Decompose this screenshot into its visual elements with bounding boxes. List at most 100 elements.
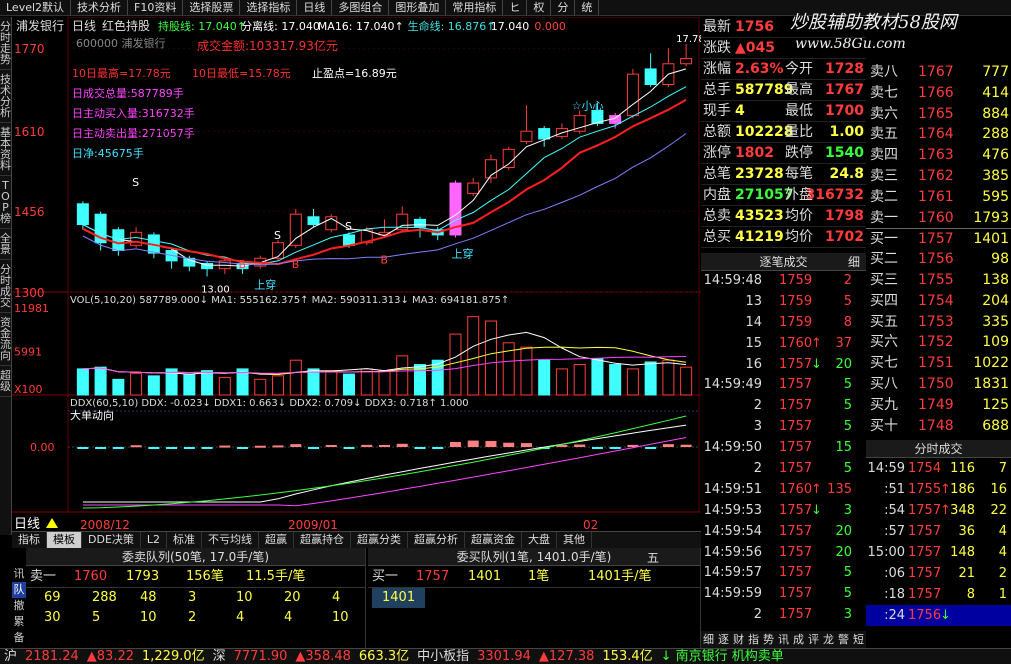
left-tab-5[interactable]: 分时成交 xyxy=(0,260,11,313)
minute-trade-list[interactable]: 分时成交 14:59 1754 116 7:51 1755 ↑ 186 16:54 1757 ↑ 3… xyxy=(866,440,1011,630)
indicator-tab-5[interactable]: 不亏均线 xyxy=(202,532,260,548)
indicator-tab-6[interactable]: 超赢 xyxy=(259,532,295,548)
left-tab-3[interactable]: TOP榜 xyxy=(0,176,11,229)
arrow-down-icon: ↓ xyxy=(811,356,822,372)
indicator-tab-9[interactable]: 超赢分析 xyxy=(408,532,466,548)
queue-side-tab-1[interactable]: 队 xyxy=(12,582,26,598)
menu-item-4[interactable]: 选择指标 xyxy=(240,0,298,15)
menu-item-9[interactable]: ヒ xyxy=(503,0,528,15)
side-tab-6[interactable]: 成 xyxy=(791,631,806,648)
menu-item-6[interactable]: 多图组合 xyxy=(332,0,390,15)
menu-item-8[interactable]: 常用指标 xyxy=(446,0,504,15)
tick-row: 3 1757 5 xyxy=(701,417,866,438)
left-tab-2[interactable]: 基本资料 xyxy=(0,123,11,176)
depth-row[interactable]: 买二 1756 98 xyxy=(866,249,1011,270)
indicator-tab-2[interactable]: DDE决策 xyxy=(82,532,141,548)
depth-row[interactable]: 卖一 1760 1793 xyxy=(866,208,1011,229)
quote-panel: 最新 1756 涨跌 ▲045 涨幅 2.63% 今开 1728 总手 587789 最高 1767 现… xyxy=(701,17,866,253)
kline-svg[interactable]: 浦发银行 日线 红色持股 持股线: 17.040↑分离线: 17.040MA16: 1… xyxy=(12,16,705,535)
depth-price: 1751 xyxy=(918,355,954,372)
menu-item-2[interactable]: F10资料 xyxy=(128,0,184,15)
depth-row[interactable]: 买九 1749 125 xyxy=(866,395,1011,416)
side-tab-10[interactable]: 短 xyxy=(851,631,866,648)
queue-cell: 11.5手/笔 xyxy=(246,569,306,584)
period-triangle-icon[interactable] xyxy=(46,518,58,528)
left-tab-4[interactable]: 全景 xyxy=(0,229,11,260)
minute-trade-row: :57 1757 36 4 xyxy=(866,521,1011,542)
depth-row[interactable]: 买六 1752 109 xyxy=(866,332,1011,353)
indicator-tab-3[interactable]: L2 xyxy=(141,532,168,548)
minute-qty: 116 xyxy=(950,461,975,476)
ann-sell: 日主动卖出量:271057手 xyxy=(72,126,195,140)
kline-chart[interactable]: 浦发银行 日线 红色持股 持股线: 17.040↑ 分离线: 17.040 MA16: 1… xyxy=(12,16,705,535)
indicator-tab-1[interactable]: 模板 xyxy=(47,532,82,548)
status-item-12: ↓ 南京银行 机构卖单 xyxy=(660,649,784,664)
side-tab-2[interactable]: 财 xyxy=(731,631,746,648)
depth-label: 卖六 xyxy=(870,105,898,122)
side-tab-5[interactable]: 讯 xyxy=(776,631,791,648)
side-tab-7[interactable]: 评 xyxy=(806,631,821,648)
side-tab-1[interactable]: 逐 xyxy=(716,631,731,648)
depth-row[interactable]: 卖五 1764 288 xyxy=(866,124,1011,145)
depth-row[interactable]: 卖六 1765 884 xyxy=(866,104,1011,125)
period-label[interactable]: 日线 xyxy=(14,517,40,532)
depth-row[interactable]: 买十 1748 688 xyxy=(866,416,1011,437)
quote-value2: 316732 xyxy=(805,187,864,203)
menu-item-7[interactable]: 图形叠加 xyxy=(389,0,447,15)
tick-time: 14:59:56 xyxy=(703,544,762,560)
left-tab-1[interactable]: 技术分析 xyxy=(0,70,11,123)
ddx-bar xyxy=(662,444,674,447)
depth-row[interactable]: 买四 1754 204 xyxy=(866,291,1011,312)
status-item-8: 中小板指 xyxy=(417,649,470,664)
quote-value2: 1798 xyxy=(825,208,864,224)
menu-item-11[interactable]: 分 xyxy=(551,0,576,15)
depth-row[interactable]: 卖七 1766 414 xyxy=(866,83,1011,104)
depth-row[interactable]: 卖三 1762 385 xyxy=(866,166,1011,187)
menu-item-0[interactable]: Level2默认 xyxy=(0,0,72,15)
depth-label: 买五 xyxy=(870,313,898,330)
volume-bar xyxy=(467,316,480,396)
menu-item-3[interactable]: 选择股票 xyxy=(183,0,241,15)
depth-row[interactable]: 买七 1751 1022 xyxy=(866,353,1011,374)
side-tab-3[interactable]: 指 xyxy=(746,631,761,648)
tick-list[interactable]: 逐笔成交 细 14:59:48 1759 2 13 1759 5 14 1759 8 15 1760… xyxy=(701,253,866,633)
quote-row: 最新 1756 xyxy=(701,17,866,38)
menu-item-12[interactable]: 统 xyxy=(575,0,600,15)
menu-item-5[interactable]: 日线 xyxy=(297,0,333,15)
minute-time: :51 xyxy=(884,482,905,497)
left-tab-7[interactable]: 超级 xyxy=(0,366,11,397)
depth-row[interactable]: 买一 1757 1401 xyxy=(866,228,1011,249)
depth-row[interactable]: 买三 1755 138 xyxy=(866,270,1011,291)
indicator-tab-4[interactable]: 标准 xyxy=(167,532,203,548)
menu-item-10[interactable]: 权 xyxy=(527,0,552,15)
indicator-tab-11[interactable]: 大盘 xyxy=(522,532,558,548)
indicator-tab-0[interactable]: 指标 xyxy=(12,532,47,548)
depth-row[interactable]: 卖二 1761 595 xyxy=(866,187,1011,208)
side-tab-4[interactable]: 势 xyxy=(761,631,776,648)
depth-row[interactable]: 卖四 1763 476 xyxy=(866,145,1011,166)
price-axis-label: 1610 xyxy=(14,125,45,139)
depth-row[interactable]: 买八 1750 1831 xyxy=(866,374,1011,395)
tick-row: 15 1760 ↑ 37 xyxy=(701,334,866,355)
left-tab-0[interactable]: 分时走势 xyxy=(0,17,11,70)
depth-row[interactable]: 卖八 1767 777 xyxy=(866,62,1011,83)
queue-side-tab-4[interactable]: 备 xyxy=(12,630,26,646)
queue-side-tab-0[interactable]: 讯 xyxy=(12,566,26,582)
quote-row: 总卖 43523 均价 1798 xyxy=(701,206,866,227)
indicator-tab-7[interactable]: 超赢持仓 xyxy=(294,532,352,548)
depth-row[interactable]: 买五 1753 335 xyxy=(866,312,1011,333)
menu-item-1[interactable]: 技术分析 xyxy=(71,0,129,15)
tick-detail-button[interactable]: 细 xyxy=(848,253,860,271)
left-tab-6[interactable]: 资金流向 xyxy=(0,313,11,366)
tick-price: 1757 xyxy=(779,502,813,518)
indicator-tab-12[interactable]: 其他 xyxy=(557,532,593,548)
volume-bar xyxy=(94,366,107,396)
side-tab-8[interactable]: 龙 xyxy=(821,631,836,648)
queue-five-button[interactable]: 五 xyxy=(647,549,659,566)
queue-side-tab-2[interactable]: 撤 xyxy=(12,598,26,614)
side-tab-9[interactable]: 警 xyxy=(836,631,851,648)
side-tab-0[interactable]: 细 xyxy=(701,631,716,648)
queue-side-tab-3[interactable]: 累 xyxy=(12,614,26,630)
indicator-tab-8[interactable]: 超赢分类 xyxy=(351,532,409,548)
indicator-tab-10[interactable]: 超赢资金 xyxy=(465,532,523,548)
